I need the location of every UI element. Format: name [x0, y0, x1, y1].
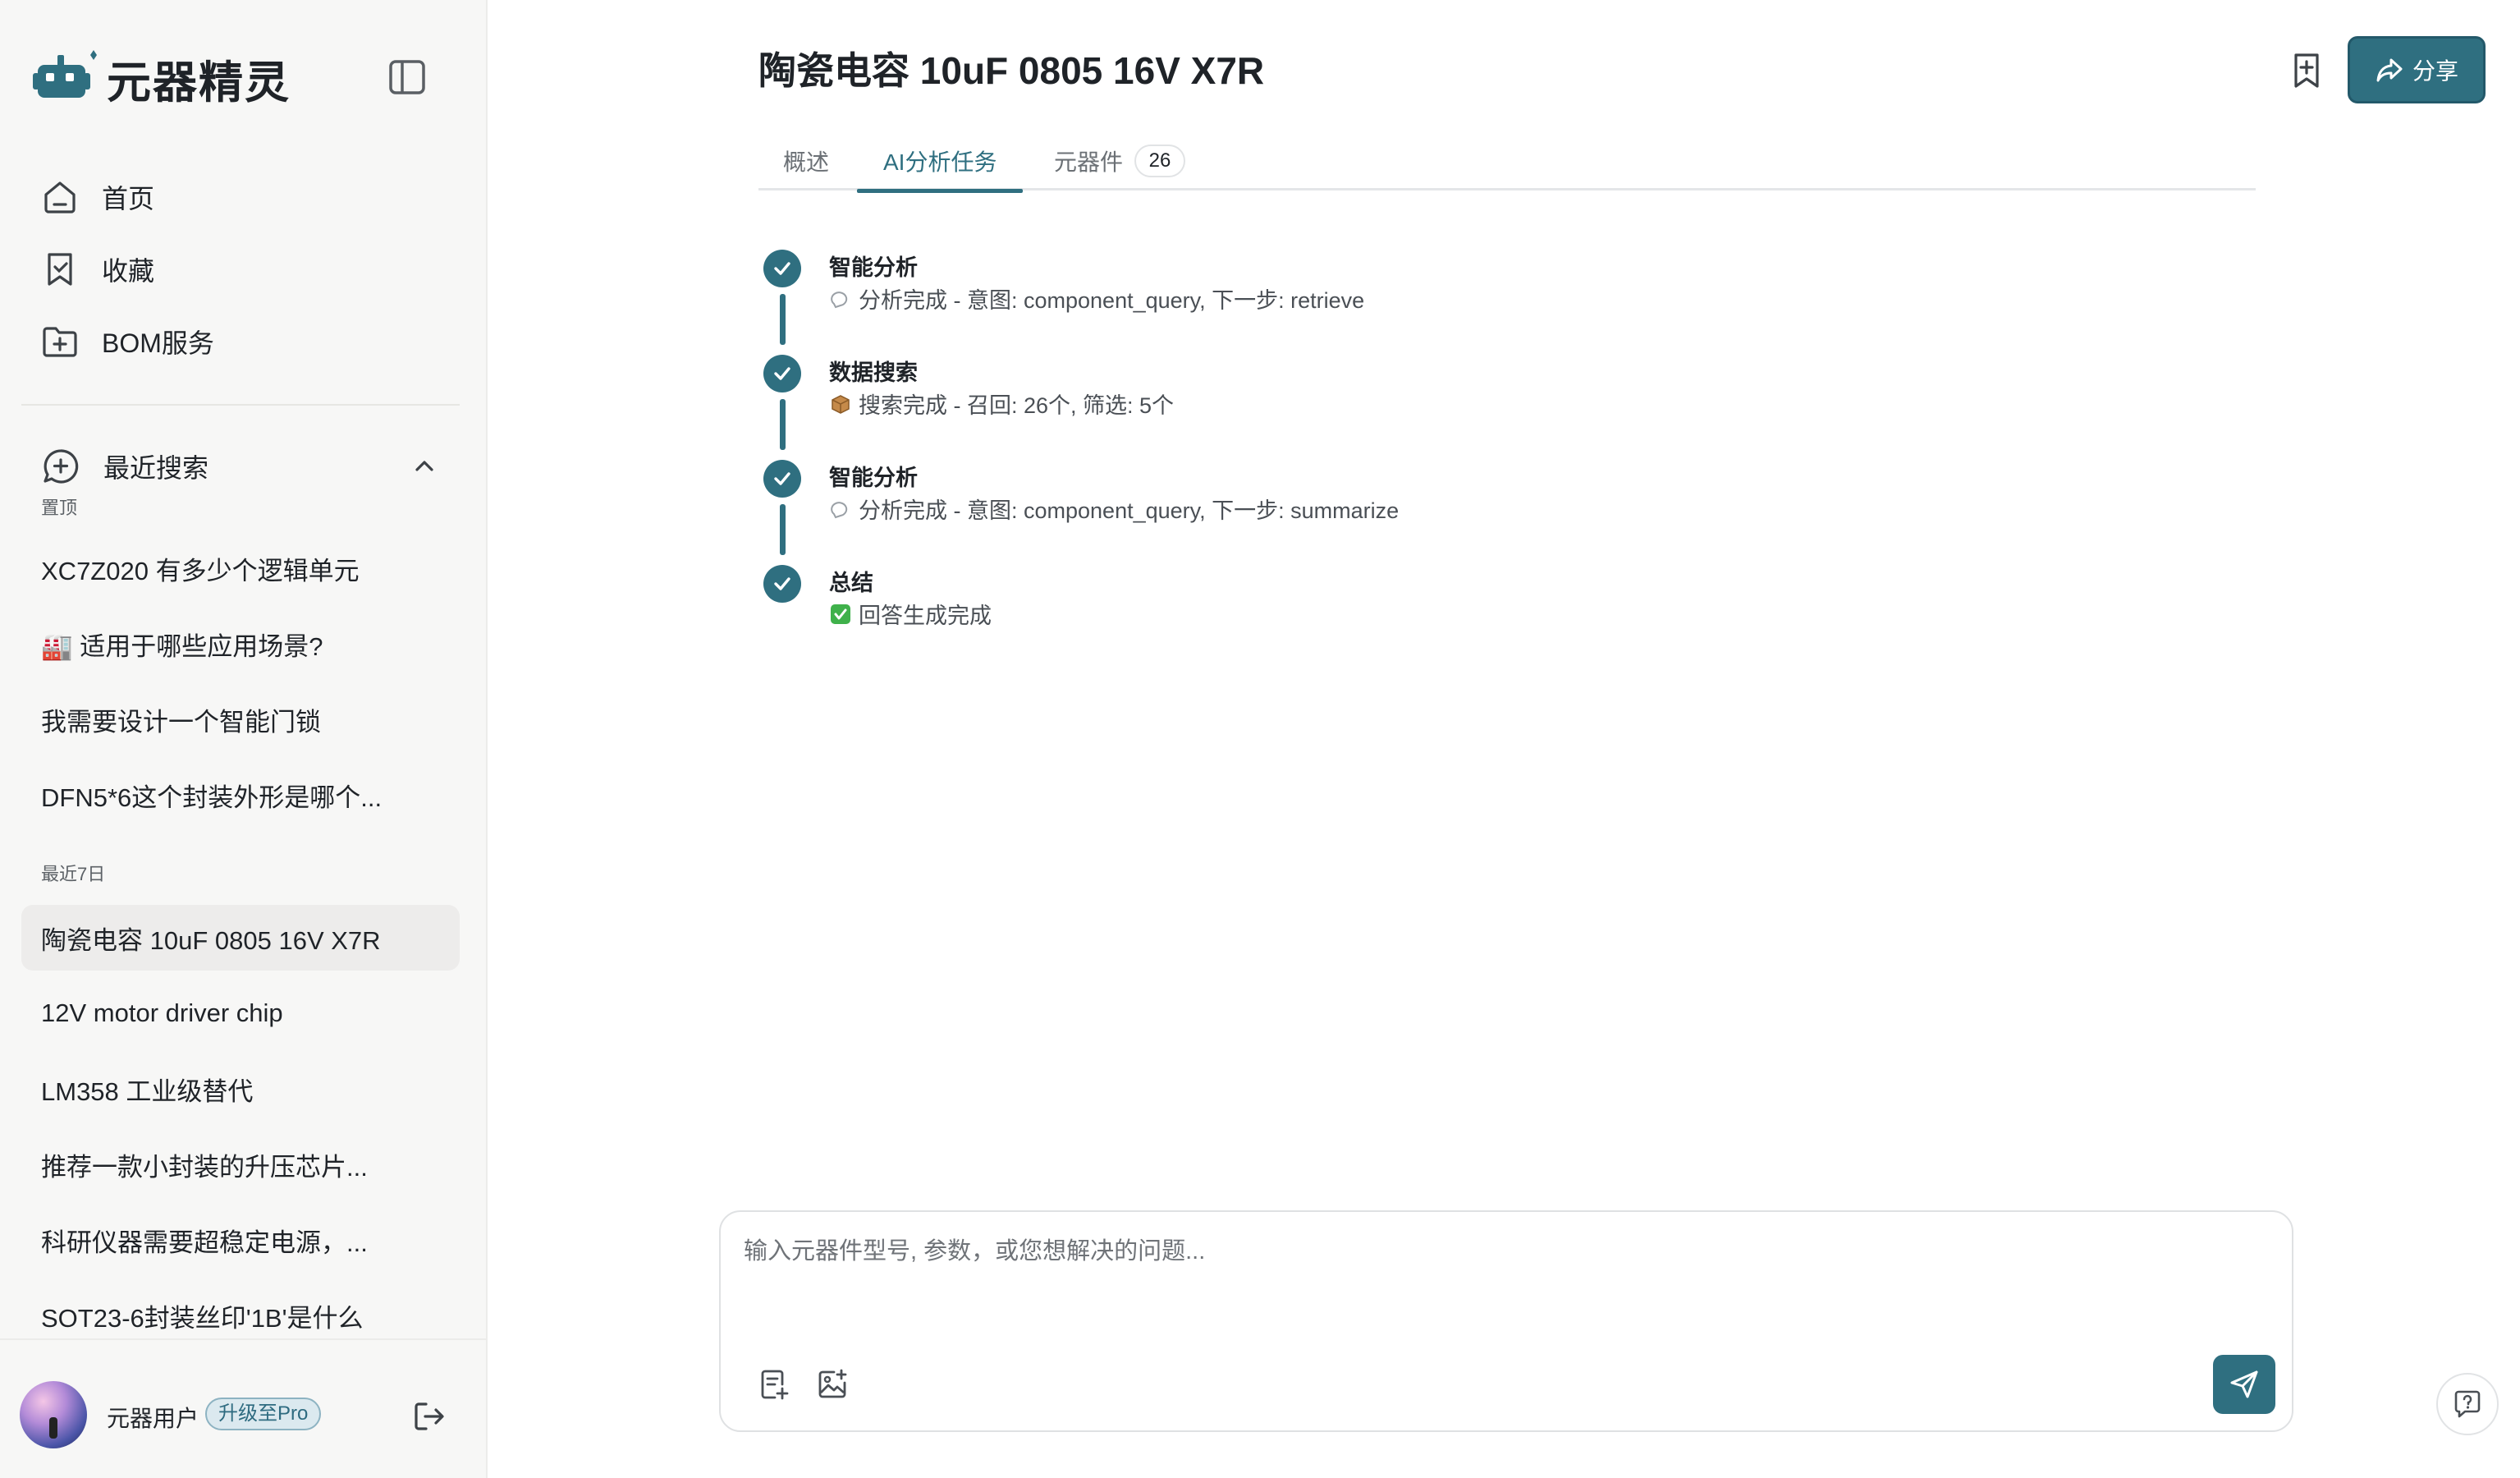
sidebar: 元器精灵 首页 收藏 BOM服务 最近搜索 置顶 XC7Z020 有多少个逻辑单…	[0, 0, 488, 1478]
step-title: 智能分析	[829, 466, 918, 490]
recent-searches-header[interactable]: 最近搜索	[21, 440, 460, 493]
recent-item[interactable]: DFN5*6这个封装外形是哪个...	[21, 762, 460, 828]
recent-item[interactable]: 我需要设计一个智能门锁	[21, 686, 460, 752]
home-icon	[44, 181, 76, 213]
page-title: 陶瓷电容 10uF 0805 16V X7R	[758, 49, 1265, 92]
image-add-icon[interactable]	[816, 1368, 849, 1401]
recent-item-active[interactable]: 陶瓷电容 10uF 0805 16V X7R	[21, 905, 460, 971]
check-circle-icon	[763, 565, 801, 603]
nav-label: 首页	[102, 184, 155, 213]
upgrade-pro-badge[interactable]: 升级至Pro	[205, 1398, 322, 1430]
recent-searches-title: 最近搜索	[103, 453, 209, 483]
query-composer	[719, 1210, 2293, 1432]
tab-bar: 概述 AI分析任务 元器件 26	[758, 131, 2256, 193]
step-detail-text: 回答生成完成	[859, 604, 992, 628]
bookmark-icon	[48, 253, 72, 286]
send-button[interactable]	[2213, 1355, 2275, 1414]
nav-item-home[interactable]: 首页	[21, 161, 460, 233]
last-7-days-label: 最近7日	[41, 864, 106, 884]
check-circle-icon	[763, 355, 801, 392]
sidebar-toggle-icon[interactable]	[386, 57, 428, 97]
recent-item[interactable]: LM358 工业级替代	[21, 1056, 460, 1122]
timeline-connector	[780, 504, 786, 555]
user-name: 元器用户	[107, 1406, 199, 1431]
query-input[interactable]	[742, 1230, 2269, 1329]
step-title: 总结	[829, 571, 873, 595]
app-logo[interactable]: 元器精灵	[33, 46, 291, 111]
recent-item[interactable]: XC7Z020 有多少个逻辑单元	[21, 535, 460, 601]
sidebar-divider	[21, 404, 460, 406]
step-title: 智能分析	[829, 255, 918, 280]
check-circle-icon	[763, 460, 801, 498]
document-add-icon[interactable]	[758, 1368, 791, 1401]
help-button[interactable]	[2436, 1373, 2499, 1435]
recent-item[interactable]: 推荐一款小封装的升压芯片...	[21, 1131, 460, 1197]
thought-bubble-icon	[831, 291, 848, 308]
timeline-step: 智能分析 分析完成 - 意图: component_query, 下一步: su…	[758, 457, 1990, 562]
bookmark-add-icon[interactable]	[2289, 51, 2325, 90]
timeline-step: 总结 回答生成完成	[758, 562, 1990, 667]
pinned-list: XC7Z020 有多少个逻辑单元 🏭 适用于哪些应用场景? 我需要设计一个智能门…	[21, 535, 460, 838]
share-icon	[2376, 58, 2403, 82]
tab-ai-analysis[interactable]: AI分析任务	[857, 131, 1024, 193]
tab-label: 元器件	[1054, 149, 1124, 175]
step-detail: 分析完成 - 意图: component_query, 下一步: retriev…	[829, 282, 1364, 314]
chevron-up-icon[interactable]	[410, 452, 438, 480]
main-nav: 首页 收藏 BOM服务	[21, 161, 460, 378]
logout-icon[interactable]	[410, 1398, 448, 1435]
nav-label: BOM服务	[102, 328, 214, 358]
send-icon	[2230, 1370, 2258, 1398]
step-detail: 回答生成完成	[829, 598, 992, 630]
timeline-connector	[780, 294, 786, 345]
step-detail: 分析完成 - 意图: component_query, 下一步: summari…	[829, 493, 1399, 525]
component-count-badge: 26	[1134, 145, 1186, 177]
tab-label: 概述	[783, 149, 830, 175]
chat-plus-icon	[44, 449, 79, 484]
recent-item[interactable]: 科研仪器需要超稳定电源，...	[21, 1207, 460, 1273]
timeline-connector	[780, 399, 786, 450]
share-button[interactable]: 分享	[2348, 36, 2486, 103]
step-detail-text: 分析完成 - 意图: component_query, 下一步: retriev…	[859, 288, 1365, 313]
thought-bubble-icon	[831, 501, 848, 518]
tab-components[interactable]: 元器件 26	[1054, 131, 1186, 190]
check-circle-icon	[763, 250, 801, 287]
step-detail-text: 搜索完成 - 召回: 26个, 筛选: 5个	[859, 393, 1175, 418]
week-list: 陶瓷电容 10uF 0805 16V X7R 12V motor driver …	[21, 905, 460, 1358]
app-name: 元器精灵	[107, 58, 291, 108]
step-detail-text: 分析完成 - 意图: component_query, 下一步: summari…	[859, 498, 1400, 523]
nav-item-bom[interactable]: BOM服务	[21, 305, 460, 378]
folder-plus-icon	[43, 327, 77, 357]
tab-overview[interactable]: 概述	[783, 131, 829, 190]
robot-logo-icon	[33, 49, 97, 98]
package-icon	[832, 394, 850, 414]
pinned-label: 置顶	[41, 498, 78, 518]
user-bar: 元器用户 升级至Pro	[0, 1338, 488, 1478]
step-title: 数据搜索	[829, 360, 918, 385]
tab-label: AI分析任务	[883, 149, 997, 175]
step-detail: 搜索完成 - 召回: 26个, 筛选: 5个	[829, 388, 1174, 420]
help-chat-icon	[2454, 1390, 2481, 1418]
share-label: 分享	[2412, 58, 2458, 84]
timeline-step: 数据搜索 搜索完成 - 召回: 26个, 筛选: 5个	[758, 351, 1990, 457]
recent-item[interactable]: 🏭 适用于哪些应用场景?	[21, 611, 460, 677]
nav-item-favorites[interactable]: 收藏	[21, 233, 460, 305]
nav-label: 收藏	[102, 256, 155, 286]
avatar[interactable]	[20, 1381, 87, 1448]
timeline-step: 智能分析 分析完成 - 意图: component_query, 下一步: re…	[758, 246, 1990, 351]
check-box-icon	[831, 604, 850, 624]
recent-item[interactable]: 12V motor driver chip	[21, 980, 460, 1046]
